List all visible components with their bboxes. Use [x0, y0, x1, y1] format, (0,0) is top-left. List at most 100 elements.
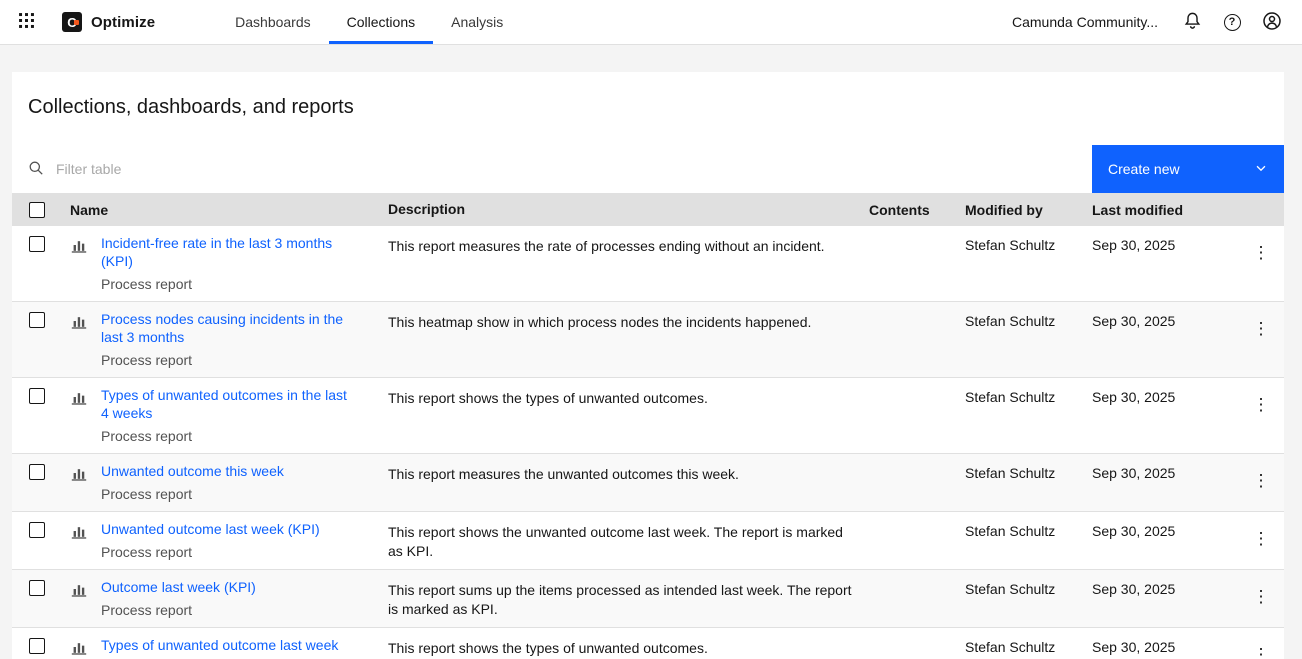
- report-type-label: Process report: [101, 276, 193, 292]
- name-block: Unwanted outcome this week Process repor…: [101, 462, 284, 503]
- name-block: Types of unwanted outcomes in the last 4…: [101, 386, 353, 445]
- column-header-contents[interactable]: Contents: [869, 202, 965, 218]
- bar-chart-icon: [70, 638, 88, 659]
- bar-chart-icon: [70, 464, 88, 503]
- report-description: This report shows the unwanted outcome l…: [388, 524, 843, 559]
- select-all-checkbox[interactable]: [29, 201, 45, 218]
- report-modified-by: Stefan Schultz: [965, 313, 1056, 329]
- report-name-link[interactable]: Types of unwanted outcome last week: [101, 636, 338, 654]
- create-new-button[interactable]: Create new: [1092, 145, 1284, 193]
- report-contents: [869, 520, 965, 561]
- row-checkbox[interactable]: [29, 580, 45, 596]
- report-contents: [869, 636, 965, 659]
- column-header-modified-by[interactable]: Modified by: [965, 202, 1092, 218]
- navbar-right: Camunda Community... ?: [1012, 0, 1302, 44]
- report-modified-by: Stefan Schultz: [965, 581, 1056, 597]
- report-name-link[interactable]: Process nodes causing incidents in the l…: [101, 310, 353, 346]
- row-overflow-menu-button[interactable]: ⋮: [1245, 529, 1278, 549]
- table-header-row: Name Description Contents Modified by La…: [12, 193, 1284, 226]
- report-last-modified: Sep 30, 2025: [1092, 389, 1176, 405]
- table-row: Unwanted outcome last week (KPI) Process…: [12, 512, 1284, 570]
- filter-wrap: [12, 145, 1092, 193]
- row-checkbox[interactable]: [29, 464, 45, 480]
- page-title: Collections, dashboards, and reports: [28, 96, 354, 118]
- report-last-modified: Sep 30, 2025: [1092, 237, 1176, 253]
- name-block: Incident-free rate in the last 3 months …: [101, 234, 353, 293]
- navbar-left: C Optimize: [6, 0, 155, 44]
- report-contents: [869, 462, 965, 503]
- row-checkbox[interactable]: [29, 236, 45, 252]
- report-last-modified: Sep 30, 2025: [1092, 639, 1176, 655]
- row-overflow-menu-button[interactable]: ⋮: [1245, 319, 1278, 339]
- help-button[interactable]: ?: [1212, 0, 1252, 44]
- app-switcher-button[interactable]: [6, 0, 46, 44]
- report-name-link[interactable]: Incident-free rate in the last 3 months …: [101, 234, 353, 270]
- app-switcher-icon: [18, 12, 35, 32]
- report-modified-by: Stefan Schultz: [965, 523, 1056, 539]
- report-contents: [869, 578, 965, 619]
- table-row: Types of unwanted outcomes in the last 4…: [12, 378, 1284, 454]
- bar-chart-icon: [70, 580, 88, 619]
- report-type-label: Process report: [101, 428, 193, 444]
- row-checkbox[interactable]: [29, 388, 45, 404]
- report-contents: [869, 386, 965, 445]
- row-checkbox[interactable]: [29, 638, 45, 654]
- entities-table: Name Description Contents Modified by La…: [12, 193, 1284, 659]
- row-checkbox[interactable]: [29, 522, 45, 538]
- name-block: Types of unwanted outcome last week Proc…: [101, 636, 338, 659]
- row-overflow-menu-button[interactable]: ⋮: [1245, 645, 1278, 659]
- bar-chart-icon: [70, 312, 88, 369]
- page-body: Collections, dashboards, and reports Cre…: [0, 45, 1302, 659]
- report-description: This report measures the rate of process…: [388, 238, 825, 254]
- report-description: This report measures the unwanted outcom…: [388, 466, 739, 482]
- name-block: Unwanted outcome last week (KPI) Process…: [101, 520, 320, 561]
- row-overflow-menu-button[interactable]: ⋮: [1245, 395, 1278, 415]
- organization-name[interactable]: Camunda Community...: [1012, 14, 1158, 30]
- report-modified-by: Stefan Schultz: [965, 237, 1056, 253]
- tab-analysis[interactable]: Analysis: [433, 0, 521, 44]
- report-description: This heatmap show in which process nodes…: [388, 314, 812, 330]
- notification-bell-icon: [1183, 11, 1202, 33]
- row-overflow-menu-button[interactable]: ⋮: [1245, 587, 1278, 607]
- help-icon: ?: [1223, 13, 1241, 31]
- tab-dashboards[interactable]: Dashboards: [217, 0, 329, 44]
- report-description: This report shows the types of unwanted …: [388, 390, 708, 406]
- report-name-link[interactable]: Types of unwanted outcomes in the last 4…: [101, 386, 353, 422]
- column-header-last-modified[interactable]: Last modified: [1092, 202, 1238, 218]
- report-last-modified: Sep 30, 2025: [1092, 581, 1176, 597]
- report-description: This report shows the types of unwanted …: [388, 640, 708, 656]
- filter-table-input[interactable]: [54, 160, 1092, 178]
- bar-chart-icon: [70, 388, 88, 445]
- bar-chart-icon: [70, 236, 88, 293]
- row-overflow-menu-button[interactable]: ⋮: [1245, 243, 1278, 263]
- report-modified-by: Stefan Schultz: [965, 465, 1056, 481]
- table-row: Incident-free rate in the last 3 months …: [12, 226, 1284, 302]
- report-name-link[interactable]: Outcome last week (KPI): [101, 578, 256, 596]
- tab-collections[interactable]: Collections: [328, 0, 434, 44]
- chevron-down-icon: [1254, 161, 1268, 178]
- report-name-link[interactable]: Unwanted outcome last week (KPI): [101, 520, 320, 538]
- table-row: Types of unwanted outcome last week Proc…: [12, 628, 1284, 659]
- notifications-button[interactable]: [1172, 0, 1212, 44]
- report-description: This report sums up the items processed …: [388, 582, 852, 617]
- create-new-label: Create new: [1108, 161, 1180, 177]
- column-header-description[interactable]: Description: [388, 200, 869, 219]
- column-header-name[interactable]: Name: [68, 202, 388, 218]
- table-row: Unwanted outcome this week Process repor…: [12, 454, 1284, 512]
- name-block: Process nodes causing incidents in the l…: [101, 310, 353, 369]
- report-type-label: Process report: [101, 544, 193, 560]
- report-modified-by: Stefan Schultz: [965, 639, 1056, 655]
- row-checkbox[interactable]: [29, 312, 45, 328]
- user-avatar-icon: [1262, 11, 1282, 34]
- report-last-modified: Sep 30, 2025: [1092, 313, 1176, 329]
- bar-chart-icon: [70, 522, 88, 561]
- user-menu-button[interactable]: [1252, 0, 1292, 44]
- name-block: Outcome last week (KPI) Process report: [101, 578, 256, 619]
- app-name: Optimize: [91, 13, 156, 31]
- report-name-link[interactable]: Unwanted outcome this week: [101, 462, 284, 480]
- row-overflow-menu-button[interactable]: ⋮: [1245, 471, 1278, 491]
- report-last-modified: Sep 30, 2025: [1092, 523, 1176, 539]
- table-row: Process nodes causing incidents in the l…: [12, 302, 1284, 378]
- content-card: Collections, dashboards, and reports Cre…: [12, 72, 1284, 659]
- report-type-label: Process report: [101, 486, 193, 502]
